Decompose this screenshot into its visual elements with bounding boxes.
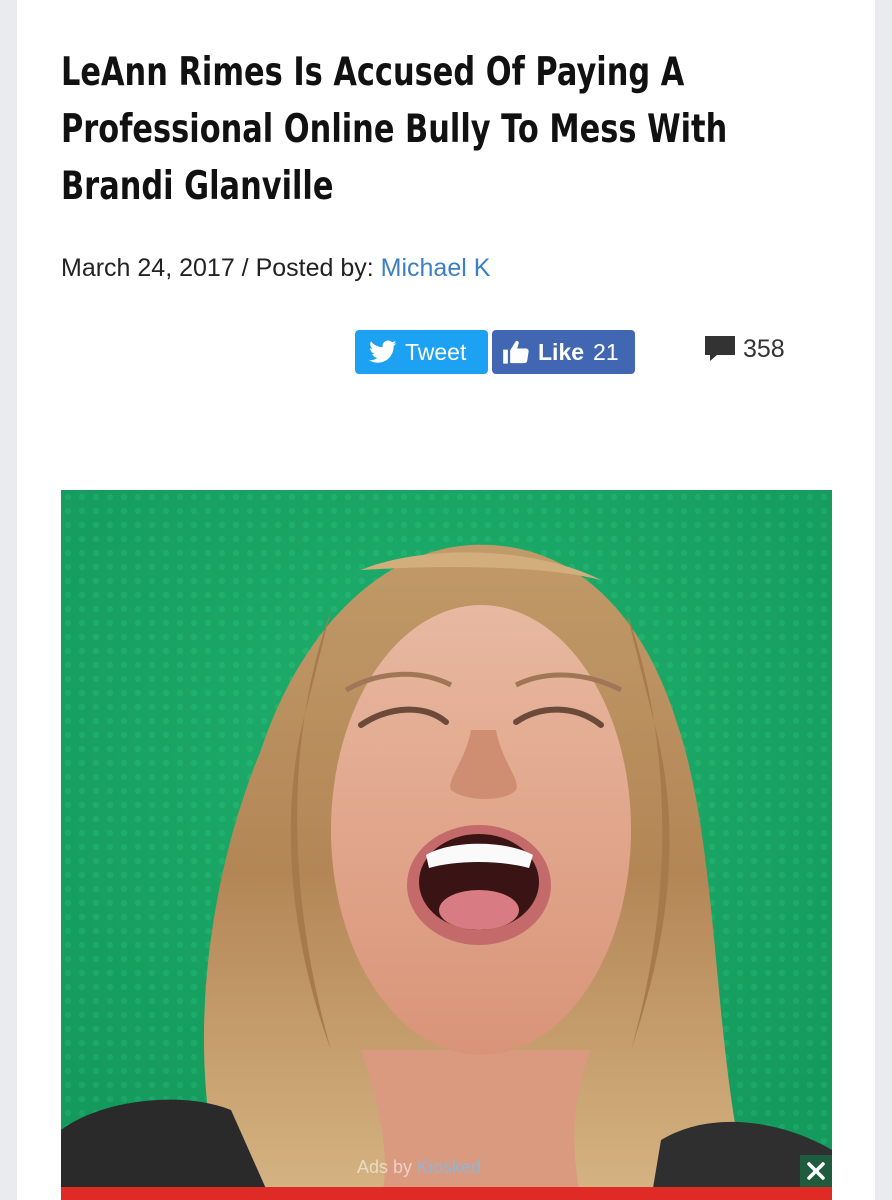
comment-bubble-icon bbox=[705, 336, 735, 361]
like-label: Like bbox=[538, 338, 585, 365]
ad-label-prefix: Ads by bbox=[357, 1157, 418, 1177]
tweet-label: Tweet bbox=[405, 338, 467, 365]
article-meta: March 24, 2017 / Posted by: Michael K bbox=[61, 253, 490, 283]
ad-brand-link[interactable]: Kiosked bbox=[417, 1157, 481, 1177]
post-date: March 24, 2017 bbox=[61, 254, 235, 282]
ad-banner[interactable] bbox=[61, 1187, 832, 1200]
like-count: 21 bbox=[593, 338, 619, 365]
title-line: LeAnn Rimes Is Accused Of Paying A bbox=[61, 50, 685, 95]
article-photo bbox=[61, 490, 832, 1200]
tweet-button[interactable]: Tweet bbox=[355, 330, 488, 374]
facebook-like-button[interactable]: Like 21 bbox=[492, 330, 635, 374]
ad-close-button[interactable] bbox=[800, 1155, 832, 1187]
title-line: Brandi Glanville bbox=[61, 164, 334, 209]
thumbs-up-icon bbox=[503, 340, 529, 364]
close-icon bbox=[807, 1162, 825, 1180]
comment-count-link[interactable]: 358 bbox=[703, 334, 785, 364]
author-link[interactable]: Michael K bbox=[381, 254, 491, 282]
comment-count: 358 bbox=[743, 334, 785, 363]
article-page: LeAnn Rimes Is Accused Of Paying A Profe… bbox=[17, 0, 875, 1200]
twitter-bird-icon bbox=[369, 340, 397, 363]
title-line: Professional Online Bully To Mess With bbox=[61, 107, 728, 152]
meta-separator: / bbox=[234, 254, 256, 282]
ad-attribution: Ads by Kiosked bbox=[357, 1157, 481, 1178]
article-title: LeAnn Rimes Is Accused Of Paying A Profe… bbox=[61, 44, 728, 215]
posted-by-label: Posted by: bbox=[255, 254, 381, 282]
